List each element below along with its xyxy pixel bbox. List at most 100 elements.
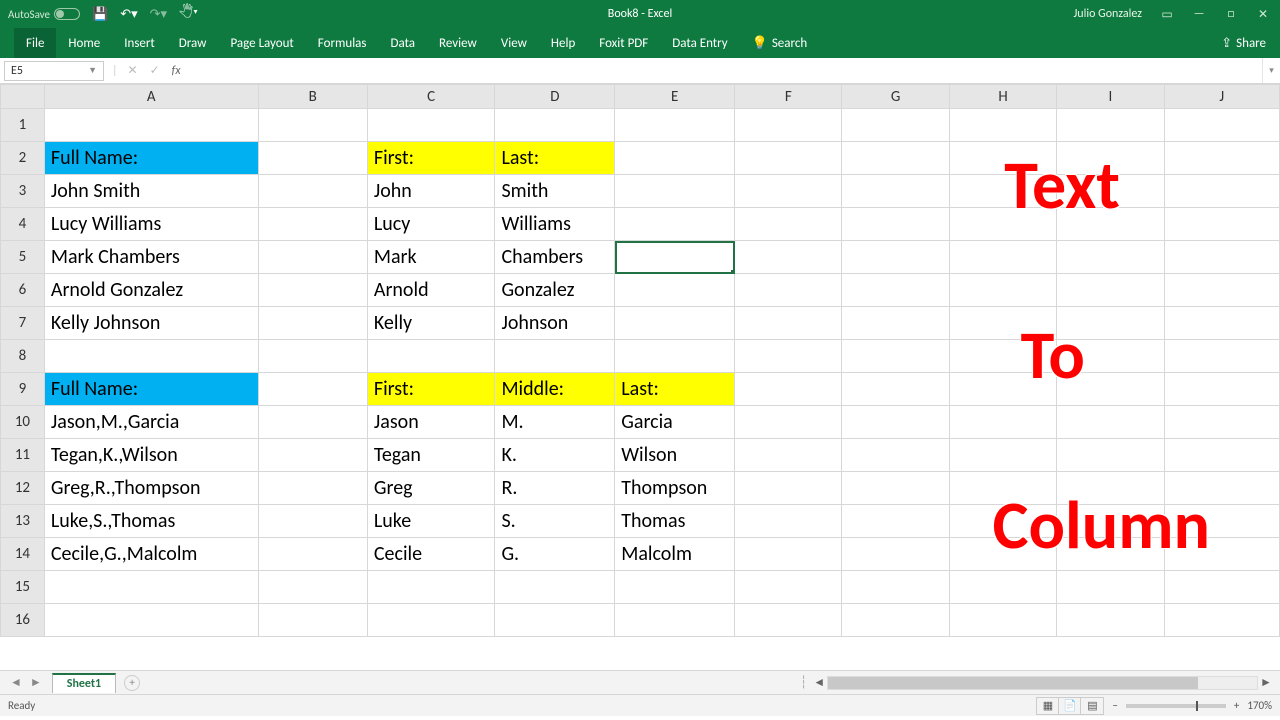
- cell-J14[interactable]: [1164, 538, 1279, 571]
- cell-B13[interactable]: [258, 505, 367, 538]
- cell-H7[interactable]: [949, 307, 1056, 340]
- cell-E1[interactable]: [615, 109, 735, 142]
- cell-B7[interactable]: [258, 307, 367, 340]
- cell-G2[interactable]: [842, 142, 949, 175]
- cell-H10[interactable]: [949, 406, 1056, 439]
- cell-I13[interactable]: [1057, 505, 1164, 538]
- col-header-D[interactable]: D: [495, 85, 615, 109]
- maximize-icon[interactable]: □: [1224, 7, 1238, 21]
- undo-icon[interactable]: ↶▾: [120, 7, 137, 22]
- cell-I16[interactable]: [1057, 604, 1164, 637]
- zoom-in-icon[interactable]: +: [1234, 699, 1239, 712]
- cell-C14[interactable]: Cecile: [367, 538, 495, 571]
- sheet-nav-next-icon[interactable]: ►: [30, 675, 42, 690]
- cell-I2[interactable]: [1057, 142, 1164, 175]
- redo-icon[interactable]: ↷▾: [150, 7, 167, 22]
- cell-A16[interactable]: [44, 604, 258, 637]
- cell-J8[interactable]: [1164, 340, 1279, 373]
- row-header-4[interactable]: 4: [1, 208, 45, 241]
- cell-I5[interactable]: [1057, 241, 1164, 274]
- cell-D8[interactable]: [495, 340, 615, 373]
- cell-E7[interactable]: [615, 307, 735, 340]
- cell-D16[interactable]: [495, 604, 615, 637]
- cell-A5[interactable]: Mark Chambers: [44, 241, 258, 274]
- cell-D15[interactable]: [495, 571, 615, 604]
- horizontal-scrollbar[interactable]: ┆ ◄ ►: [800, 675, 1280, 690]
- cell-F16[interactable]: [735, 604, 842, 637]
- row-header-8[interactable]: 8: [1, 340, 45, 373]
- tab-page-layout[interactable]: Page Layout: [218, 28, 305, 58]
- minimize-icon[interactable]: —: [1192, 7, 1206, 21]
- cell-B16[interactable]: [258, 604, 367, 637]
- cell-A14[interactable]: Cecile,G.,Malcolm: [44, 538, 258, 571]
- expand-formula-bar-icon[interactable]: ▾: [1262, 58, 1280, 83]
- cell-C1[interactable]: [367, 109, 495, 142]
- cell-C9[interactable]: First:: [367, 373, 495, 406]
- cell-G9[interactable]: [842, 373, 949, 406]
- col-header-E[interactable]: E: [615, 85, 735, 109]
- col-header-C[interactable]: C: [367, 85, 495, 109]
- cell-D2[interactable]: Last:: [495, 142, 615, 175]
- cell-G4[interactable]: [842, 208, 949, 241]
- cell-A4[interactable]: Lucy Williams: [44, 208, 258, 241]
- tab-review[interactable]: Review: [427, 28, 489, 58]
- cell-J1[interactable]: [1164, 109, 1279, 142]
- cell-J3[interactable]: [1164, 175, 1279, 208]
- tab-formulas[interactable]: Formulas: [306, 28, 379, 58]
- cell-E9[interactable]: Last:: [615, 373, 735, 406]
- name-box[interactable]: E5 ▼: [4, 61, 104, 81]
- cell-A15[interactable]: [44, 571, 258, 604]
- col-header-B[interactable]: B: [258, 85, 367, 109]
- enter-formula-icon[interactable]: ✓: [150, 63, 160, 78]
- cell-I3[interactable]: [1057, 175, 1164, 208]
- cell-A7[interactable]: Kelly Johnson: [44, 307, 258, 340]
- cell-E5[interactable]: [615, 241, 735, 274]
- row-header-15[interactable]: 15: [1, 571, 45, 604]
- cell-C3[interactable]: John: [367, 175, 495, 208]
- row-header-16[interactable]: 16: [1, 604, 45, 637]
- cell-H2[interactable]: [949, 142, 1056, 175]
- cell-E10[interactable]: Garcia: [615, 406, 735, 439]
- sheet-split-handle-icon[interactable]: ┆: [800, 675, 807, 690]
- cell-I8[interactable]: [1057, 340, 1164, 373]
- col-header-A[interactable]: A: [44, 85, 258, 109]
- tab-view[interactable]: View: [489, 28, 539, 58]
- cell-B15[interactable]: [258, 571, 367, 604]
- cell-H5[interactable]: [949, 241, 1056, 274]
- tell-me-search[interactable]: 💡 Search: [740, 28, 820, 58]
- cell-C13[interactable]: Luke: [367, 505, 495, 538]
- tab-data-entry[interactable]: Data Entry: [660, 28, 739, 58]
- cell-J11[interactable]: [1164, 439, 1279, 472]
- cell-J6[interactable]: [1164, 274, 1279, 307]
- cell-F2[interactable]: [735, 142, 842, 175]
- cell-A1[interactable]: [44, 109, 258, 142]
- cell-J4[interactable]: [1164, 208, 1279, 241]
- cell-J15[interactable]: [1164, 571, 1279, 604]
- ribbon-display-icon[interactable]: ▭: [1160, 7, 1174, 21]
- share-button[interactable]: ⇪ Share: [1221, 36, 1280, 51]
- cell-H4[interactable]: [949, 208, 1056, 241]
- cell-C7[interactable]: Kelly: [367, 307, 495, 340]
- cell-F7[interactable]: [735, 307, 842, 340]
- save-icon[interactable]: 💾: [92, 7, 108, 22]
- cell-E4[interactable]: [615, 208, 735, 241]
- cell-H1[interactable]: [949, 109, 1056, 142]
- cell-E11[interactable]: Wilson: [615, 439, 735, 472]
- cell-J2[interactable]: [1164, 142, 1279, 175]
- cell-J12[interactable]: [1164, 472, 1279, 505]
- cell-A8[interactable]: [44, 340, 258, 373]
- zoom-out-icon[interactable]: −: [1112, 699, 1117, 712]
- spreadsheet-grid[interactable]: ABCDEFGHIJ12Full Name:First:Last:3John S…: [0, 84, 1280, 670]
- cell-E12[interactable]: Thompson: [615, 472, 735, 505]
- autosave-toggle[interactable]: AutoSave: [8, 8, 80, 21]
- tab-home[interactable]: Home: [56, 28, 112, 58]
- view-page-break-icon[interactable]: ▤: [1081, 698, 1103, 714]
- cell-C5[interactable]: Mark: [367, 241, 495, 274]
- close-icon[interactable]: ✕: [1256, 7, 1270, 21]
- cell-D11[interactable]: K.: [495, 439, 615, 472]
- row-header-7[interactable]: 7: [1, 307, 45, 340]
- cell-F13[interactable]: [735, 505, 842, 538]
- cell-A10[interactable]: Jason,M.,Garcia: [44, 406, 258, 439]
- cell-B3[interactable]: [258, 175, 367, 208]
- cell-I1[interactable]: [1057, 109, 1164, 142]
